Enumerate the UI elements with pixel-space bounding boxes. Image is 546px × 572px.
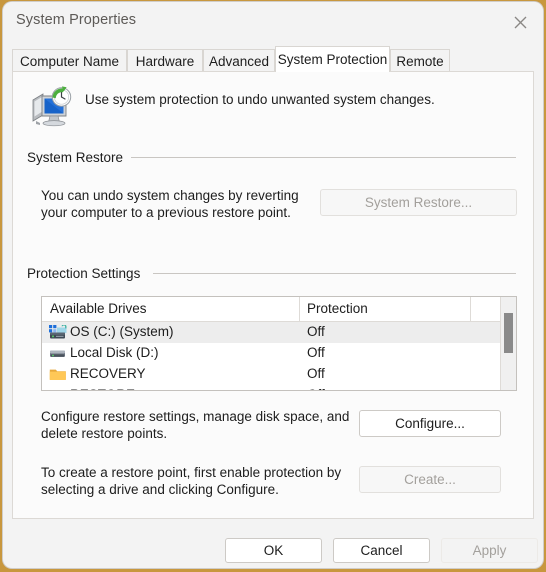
configure-description: Configure restore settings, manage disk … — [41, 408, 349, 442]
configure-description-line2: delete restore points. — [41, 426, 168, 441]
ok-button-label: OK — [263, 543, 284, 558]
system-restore-group-label: System Restore — [27, 150, 131, 165]
folder-icon — [49, 367, 67, 382]
drive-name: OS (C:) (System) — [70, 324, 174, 339]
apply-button[interactable]: Apply — [441, 538, 538, 563]
system-restore-icon — [30, 84, 74, 128]
list-column-headers: Available Drives Protection — [42, 297, 516, 322]
column-header-drives: Available Drives — [50, 301, 147, 316]
create-description: To create a restore point, first enable … — [41, 464, 341, 498]
drive-protection-status: Off — [307, 324, 325, 339]
list-scrollbar[interactable] — [500, 297, 516, 390]
tab-computer-name[interactable]: Computer Name — [12, 49, 127, 72]
tab-label: Hardware — [135, 53, 195, 69]
system-protection-panel: Use system protection to undo unwanted s… — [12, 71, 534, 519]
create-description-line2: selecting a drive and clicking Configure… — [41, 482, 279, 497]
configure-button[interactable]: Configure... — [359, 410, 501, 437]
tab-label: Advanced — [208, 53, 270, 69]
tab-label: Computer Name — [19, 53, 120, 69]
configure-description-line1: Configure restore settings, manage disk … — [41, 409, 350, 424]
protection-settings-group-rule — [153, 273, 516, 274]
tab-strip: Computer Name Hardware Advanced System P… — [3, 46, 543, 72]
table-row[interactable]: Local Disk (D:) Off — [42, 343, 516, 364]
close-icon[interactable] — [497, 2, 543, 42]
panel-description: Use system protection to undo unwanted s… — [85, 92, 435, 107]
system-restore-button-label: System Restore... — [364, 195, 473, 210]
cancel-button-label: Cancel — [360, 543, 403, 558]
create-description-line1: To create a restore point, first enable … — [41, 465, 342, 480]
scrollbar-thumb[interactable] — [504, 313, 513, 353]
hard-drive-icon — [49, 346, 67, 361]
system-restore-description: You can undo system changes by reverting… — [41, 187, 299, 221]
cancel-button[interactable]: Cancel — [333, 538, 430, 563]
create-button-label: Create... — [404, 472, 456, 487]
column-divider-end — [470, 297, 471, 321]
window-title: System Properties — [16, 12, 137, 28]
drive-protection-status: Off — [307, 366, 325, 381]
system-restore-button[interactable]: System Restore... — [320, 189, 517, 216]
column-divider — [299, 297, 300, 321]
system-restore-group-rule — [131, 157, 516, 158]
system-drive-icon — [49, 324, 67, 340]
drive-name: Local Disk (D:) — [70, 345, 159, 360]
system-restore-description-line2: your computer to a previous restore poin… — [41, 205, 291, 220]
tab-label: Remote — [396, 53, 444, 69]
create-button[interactable]: Create... — [359, 466, 501, 493]
tab-advanced[interactable]: Advanced — [203, 49, 275, 72]
column-header-protection: Protection — [307, 301, 368, 316]
drive-name: RECOVERY — [70, 366, 146, 381]
available-drives-list[interactable]: Available Drives Protection OS (C:) (Sys… — [41, 296, 517, 391]
system-properties-dialog: System Properties Computer Name Hardware… — [3, 2, 543, 568]
title-bar: System Properties — [3, 2, 543, 42]
folder-icon — [49, 388, 67, 390]
protection-settings-group-label: Protection Settings — [27, 266, 148, 281]
drive-protection-status: Off — [307, 387, 325, 390]
tab-label: System Protection — [277, 52, 388, 67]
table-row[interactable]: OS (C:) (System) Off — [42, 322, 516, 343]
apply-button-label: Apply — [472, 543, 507, 558]
drive-protection-status: Off — [307, 345, 325, 360]
table-row[interactable]: RECOVERY Off — [42, 364, 516, 385]
drive-name: RESTORE — [70, 387, 135, 390]
ok-button[interactable]: OK — [225, 538, 322, 563]
tab-remote[interactable]: Remote — [390, 49, 450, 72]
table-row[interactable]: RESTORE Off — [42, 385, 516, 390]
configure-button-label: Configure... — [395, 416, 465, 431]
tab-system-protection[interactable]: System Protection — [275, 46, 390, 72]
system-restore-description-line1: You can undo system changes by reverting — [41, 188, 299, 203]
tab-hardware[interactable]: Hardware — [127, 49, 203, 72]
